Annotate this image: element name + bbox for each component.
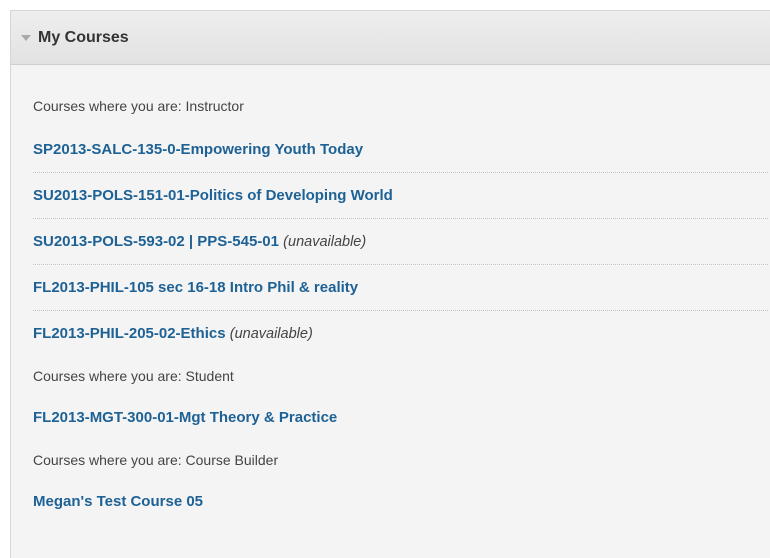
course-status: (unavailable) xyxy=(283,234,367,250)
course-link[interactable]: SP2013-SALC-135-0-Empowering Youth Today xyxy=(33,141,363,158)
course-item: FL2013-PHIL-205-02-Ethics (unavailable) xyxy=(33,311,768,357)
course-status: (unavailable) xyxy=(229,326,313,342)
role-heading-instructor: Courses where you are: Instructor xyxy=(33,98,244,114)
course-link[interactable]: SU2013-POLS-151-01-Politics of Developin… xyxy=(33,187,393,204)
course-list: Courses where you are: Instructor SP2013… xyxy=(11,85,770,525)
course-link[interactable]: Megan's Test Course 05 xyxy=(33,493,203,510)
course-item: SP2013-SALC-135-0-Empowering Youth Today xyxy=(33,127,768,173)
course-link[interactable]: SU2013-POLS-593-02 | PPS-545-01 xyxy=(33,233,279,250)
course-link[interactable]: FL2013-PHIL-105 sec 16-18 Intro Phil & r… xyxy=(33,279,358,296)
my-courses-module: My Courses Courses where you are: Instru… xyxy=(10,10,770,558)
course-item: SU2013-POLS-151-01-Politics of Developin… xyxy=(33,173,768,219)
course-item: FL2013-PHIL-105 sec 16-18 Intro Phil & r… xyxy=(33,265,768,311)
course-link[interactable]: FL2013-MGT-300-01-Mgt Theory & Practice xyxy=(33,409,337,426)
role-heading-course-builder: Courses where you are: Course Builder xyxy=(33,452,279,468)
course-item: Megan's Test Course 05 xyxy=(33,479,768,525)
course-link[interactable]: FL2013-PHIL-205-02-Ethics xyxy=(33,325,226,342)
role-heading-student: Courses where you are: Student xyxy=(33,368,234,384)
collapse-triangle-icon[interactable] xyxy=(21,35,31,41)
module-header[interactable]: My Courses xyxy=(11,11,770,65)
module-title: My Courses xyxy=(38,28,129,46)
course-item: SU2013-POLS-593-02 | PPS-545-01 (unavail… xyxy=(33,219,768,265)
course-item: FL2013-MGT-300-01-Mgt Theory & Practice xyxy=(33,395,768,441)
